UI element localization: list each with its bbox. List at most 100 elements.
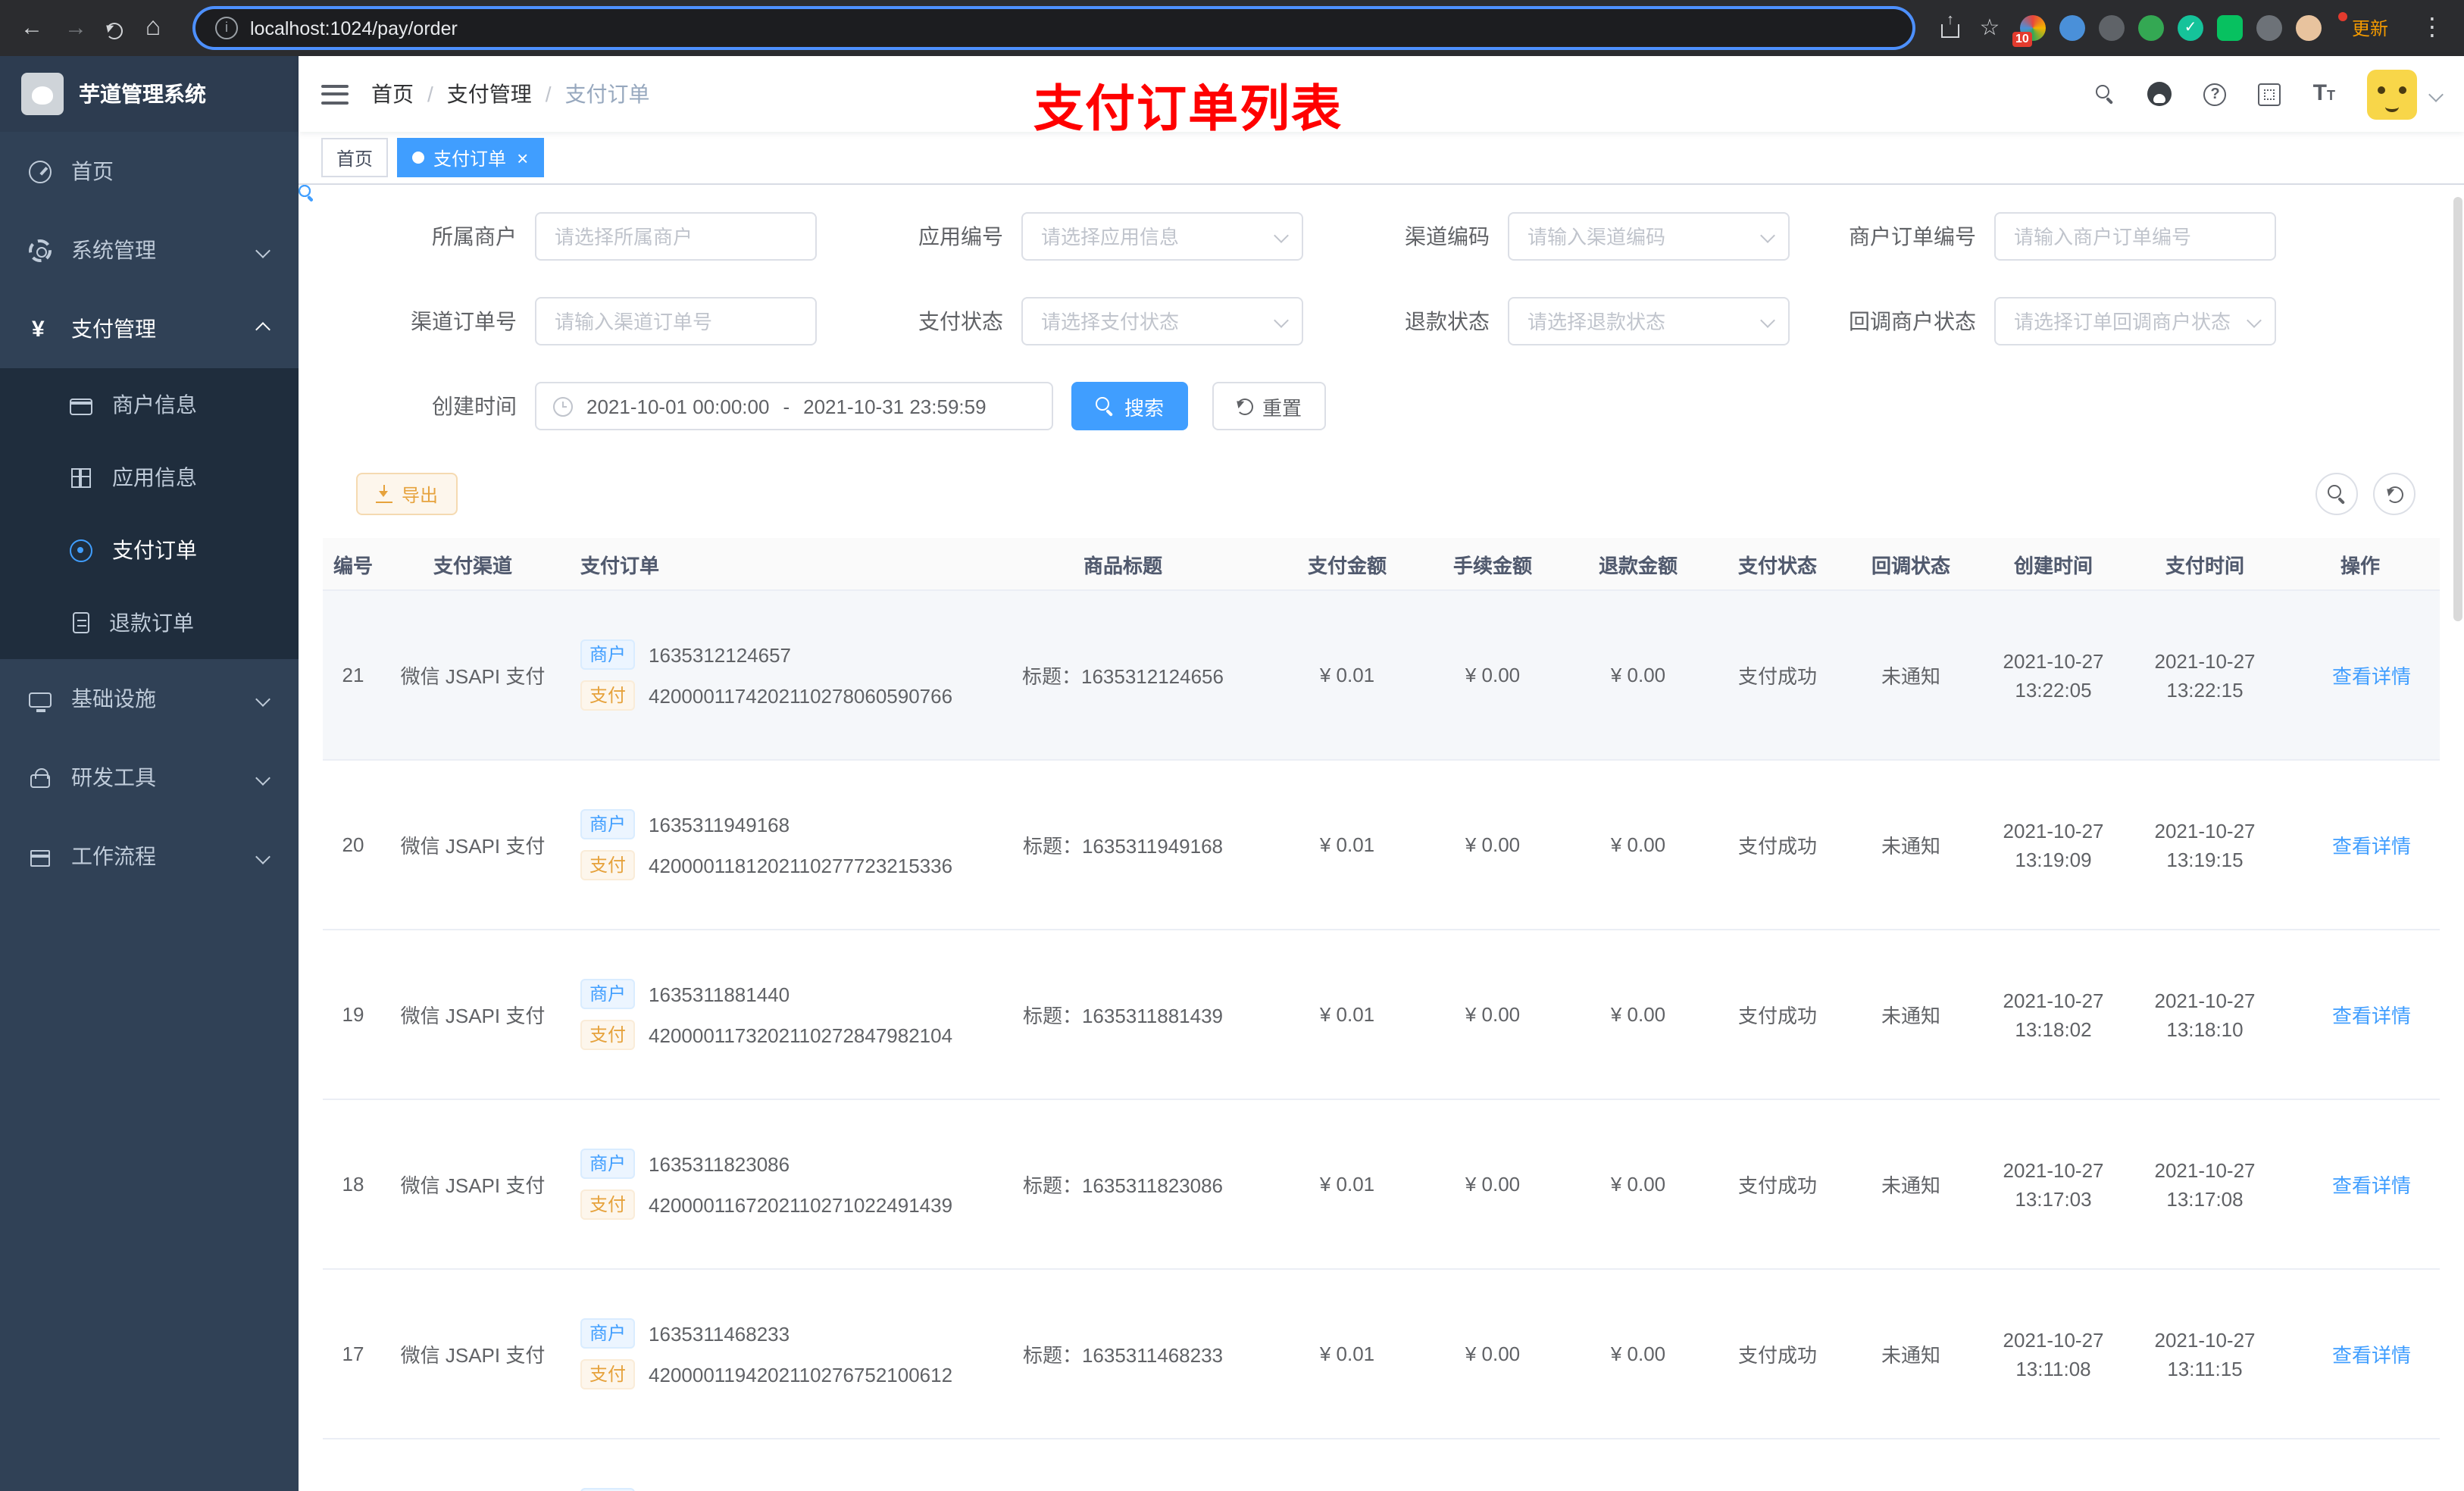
export-button[interactable]: 导出	[356, 473, 458, 515]
bookmark-star-icon[interactable]	[1976, 14, 2003, 42]
cell-pay-status: 支付成功	[1711, 1269, 1844, 1439]
forward-icon[interactable]	[62, 14, 89, 42]
extension-icon[interactable]: ✓	[2177, 15, 2203, 41]
cell-channel	[383, 1439, 562, 1491]
cell-channel: 微信 JSAPI 支付	[383, 590, 562, 761]
extension-icon[interactable]	[2295, 15, 2322, 41]
merchant-badge: 商户	[580, 639, 636, 670]
view-detail-link[interactable]: 查看详情	[2309, 830, 2411, 859]
channel-code-select[interactable]	[1508, 212, 1790, 261]
table-row[interactable]: 18 微信 JSAPI 支付 商户 1635311823086 支付 4200001…	[323, 1099, 2440, 1270]
chevron-down-icon[interactable]	[2428, 86, 2444, 102]
refresh-icon	[2386, 486, 2403, 502]
close-icon[interactable]: ×	[517, 148, 528, 167]
cell-pay-order: 商户 1635312124657 支付 4200001174202110278060…	[562, 590, 971, 761]
tab-pay-order[interactable]: 支付订单 ×	[397, 138, 544, 177]
site-info-icon[interactable]	[215, 17, 238, 39]
sidebar-item-system[interactable]: 系统管理	[0, 211, 299, 289]
show-search-button[interactable]	[2315, 473, 2358, 515]
table-row[interactable]: 17 微信 JSAPI 支付 商户 1635311468233 支付 4200001…	[323, 1269, 2440, 1439]
merchant-badge: 商户	[580, 1149, 636, 1179]
table-row[interactable]: 19 微信 JSAPI 支付 商户 1635311881440 支付 4200001…	[323, 930, 2440, 1100]
search-button-label: 搜索	[1124, 396, 1165, 419]
cell-amount: ¥ 0.01	[1274, 590, 1420, 761]
filter-pay-status: 支付状态	[870, 297, 1321, 345]
view-detail-link[interactable]: 查看详情	[2309, 1000, 2411, 1029]
help-icon[interactable]	[2203, 83, 2227, 105]
channel-order-no-input[interactable]	[535, 297, 817, 345]
share-icon[interactable]	[1940, 18, 1959, 38]
export-button-label: 导出	[402, 484, 439, 505]
refund-status-select[interactable]	[1508, 297, 1790, 345]
view-detail-link[interactable]: 查看详情	[2309, 1170, 2411, 1199]
sidebar-item-devtools[interactable]: 研发工具	[0, 738, 299, 817]
table-row[interactable]: 21 微信 JSAPI 支付 商户 1635312124657 支付 4200001…	[323, 590, 2440, 761]
cell-fee: ¥ 0.00	[1420, 930, 1565, 1100]
cell-pay-status: 支付成功	[1711, 760, 1844, 930]
search-button[interactable]: 搜索	[1071, 382, 1189, 430]
address-bar[interactable]: localhost:1024/pay/order	[195, 9, 1912, 47]
extension-icon[interactable]	[2216, 15, 2243, 41]
sidebar-item-workflow[interactable]: 工作流程	[0, 817, 299, 896]
breadcrumb-pay[interactable]: 支付管理	[447, 79, 532, 109]
extension-icon[interactable]	[2137, 15, 2164, 41]
date-range-input[interactable]: 2021-10-01 00:00:00 - 2021-10-31 23:59:5…	[535, 382, 1053, 430]
tab-label: 首页	[336, 148, 374, 169]
cell-amount: ¥ 0.01	[1274, 1269, 1420, 1439]
sidebar-item-infra[interactable]: 基础设施	[0, 659, 299, 738]
cell-id: 20	[323, 760, 383, 930]
merchant-input[interactable]	[535, 212, 817, 261]
back-icon[interactable]	[18, 14, 45, 42]
sidebar-item-label: 支付管理	[71, 317, 156, 341]
github-icon[interactable]	[2147, 82, 2172, 106]
tab-home[interactable]: 首页	[321, 138, 389, 177]
sidebar-item-refund-order[interactable]: 退款订单	[0, 586, 299, 659]
home-icon[interactable]	[139, 14, 167, 42]
user-avatar[interactable]	[2367, 69, 2417, 119]
refresh-icon	[1237, 398, 1254, 414]
channel-pay-no: 4200001181202110277723215336	[649, 854, 953, 877]
page-scrollbar[interactable]	[2453, 197, 2462, 621]
hamburger-icon[interactable]	[321, 84, 349, 104]
font-size-icon[interactable]	[2313, 81, 2335, 107]
app-id-select[interactable]	[1021, 212, 1303, 261]
pay-status-select[interactable]	[1021, 297, 1303, 345]
extension-icon[interactable]	[2059, 15, 2085, 41]
search-icon	[2327, 484, 2347, 504]
breadcrumb-home[interactable]: 首页	[371, 79, 414, 109]
field-label: 商户订单编号	[1849, 224, 1976, 248]
pay-badge: 支付	[580, 850, 636, 880]
sidebar-item-pay[interactable]: 支付管理	[0, 289, 299, 368]
cell-fee	[1420, 1439, 1565, 1491]
refresh-table-button[interactable]	[2373, 473, 2416, 515]
extension-icon[interactable]	[2256, 15, 2282, 41]
cell-refund: ¥ 0.00	[1565, 1099, 1711, 1270]
reload-icon[interactable]	[106, 22, 123, 39]
sidebar-item-pay-order[interactable]: 支付订单	[0, 514, 299, 586]
cell-pay-order: 商户 1635311949168 支付 4200001181202110277723…	[562, 760, 971, 930]
table-row[interactable]: 商户1635311157126 支付	[323, 1439, 2440, 1491]
cell-notify-status: 未通知	[1844, 590, 1978, 761]
cell-actions: 查看详情	[2281, 590, 2440, 761]
fullscreen-icon[interactable]	[2258, 83, 2281, 105]
search-icon[interactable]	[2096, 84, 2116, 104]
sidebar-item-home[interactable]: 首页	[0, 132, 299, 211]
view-detail-link[interactable]: 查看详情	[2309, 661, 2411, 689]
tab-label: 支付订单	[433, 148, 507, 169]
cell-pay-order: 商户 1635311881440 支付 4200001173202110272847…	[562, 930, 971, 1100]
breadcrumb-separator: /	[545, 82, 552, 106]
notify-status-select[interactable]	[1994, 297, 2276, 345]
sidebar-item-merchant-info[interactable]: 商户信息	[0, 368, 299, 441]
cell-id: 17	[323, 1269, 383, 1439]
view-detail-link[interactable]: 查看详情	[2309, 1339, 2411, 1368]
merchant-order-no-input[interactable]	[1994, 212, 2276, 261]
sidebar-item-app-info[interactable]: 应用信息	[0, 441, 299, 514]
browser-menu-icon[interactable]	[2419, 14, 2446, 42]
extensions-icon[interactable]: 10	[2012, 15, 2046, 47]
cell-create-time	[1978, 1439, 2129, 1491]
extension-icon[interactable]	[2098, 15, 2125, 41]
update-button[interactable]: 更新	[2337, 11, 2402, 45]
table-row[interactable]: 20 微信 JSAPI 支付 商户 1635311949168 支付 4200001…	[323, 760, 2440, 930]
filter-channel-code: 渠道编码	[1356, 212, 1808, 261]
reset-button[interactable]: 重置	[1212, 382, 1327, 430]
